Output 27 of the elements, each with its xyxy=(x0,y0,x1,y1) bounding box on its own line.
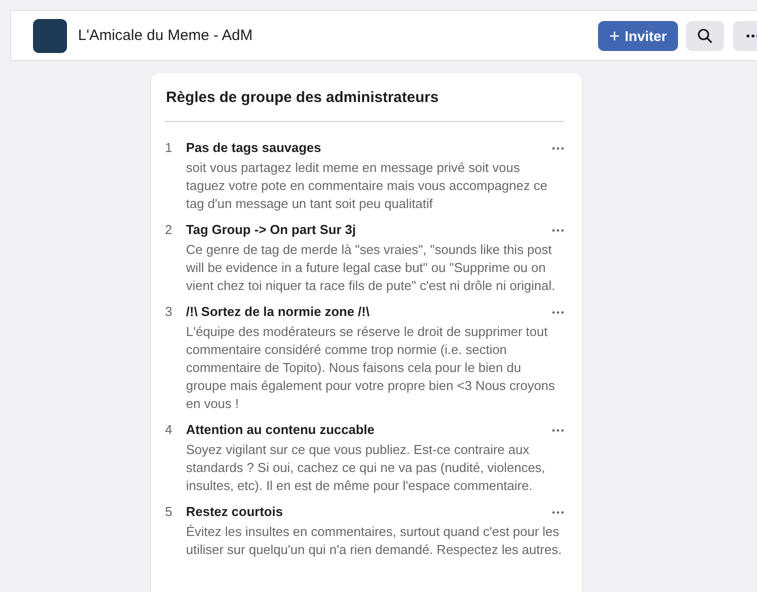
invite-button[interactable]: + Inviter xyxy=(598,20,678,50)
rule-description: Ce genre de tag de merde là "ses vraies", "sounds like this post will be evidence in a future legal case but" ou "Supprime ou on vient chez toi niquer ta race fils de pute" c'est ni drôle ni original. xyxy=(186,241,556,295)
rule-title: Restez courtois xyxy=(186,503,283,521)
more-icon[interactable] xyxy=(552,146,564,150)
rule-title: Pas de tags sauvages xyxy=(186,139,322,157)
rule-number: 1 xyxy=(165,139,174,157)
card-title: Règles de groupe des administrateurs xyxy=(165,89,440,106)
group-name: L'Amicale du Meme - AdM xyxy=(78,27,253,44)
rule-title: /!\ Sortez de la normie zone /!\ xyxy=(186,303,370,321)
rule-description: Évitez les insultes en commentaires, surtout quand c'est pour les utiliser sur quelqu'un qui n'a rien demandé. Respectez les autres. xyxy=(186,523,563,559)
rule-number: 5 xyxy=(165,503,174,521)
group-photo-placeholder xyxy=(33,18,67,52)
search-icon xyxy=(697,28,713,44)
more-icon[interactable] xyxy=(552,228,564,232)
more-icon[interactable] xyxy=(552,510,564,514)
rule-number: 3 xyxy=(165,303,174,321)
more-icon[interactable] xyxy=(552,310,564,314)
rule-title: Tag Group -> On part Sur 3j xyxy=(186,221,356,239)
rule-description: soit vous partagez ledit meme en message privé soit vous taguez votre pote en commentaire mais vous accompagnez ce tag d'un message un tant soit peu qualitatif xyxy=(186,159,548,213)
rule-description: L'équipe des modérateurs se réserve le droit de supprimer tout commentaire considéré comme trop normie (i.e. section commentaire de Topito). Nous faisons cela pour le bien du groupe mais également pour votre propre bien <3 Nous croyons en vous ! xyxy=(186,323,556,413)
more-icon xyxy=(746,34,757,38)
rule-title: Attention au contenu zuccable xyxy=(186,421,375,439)
rule-description: Soyez vigilant sur ce que vous publiez. Est-ce contraire aux standards ? Si oui, cachez ce qui ne va pas (nudité, violences, insultes, etc). Il en est de même pour l'espace commentaire. xyxy=(186,441,546,495)
more-icon[interactable] xyxy=(552,428,564,432)
rule-number: 4 xyxy=(165,421,174,439)
rule-number: 2 xyxy=(165,221,174,239)
search-button[interactable] xyxy=(686,20,724,50)
